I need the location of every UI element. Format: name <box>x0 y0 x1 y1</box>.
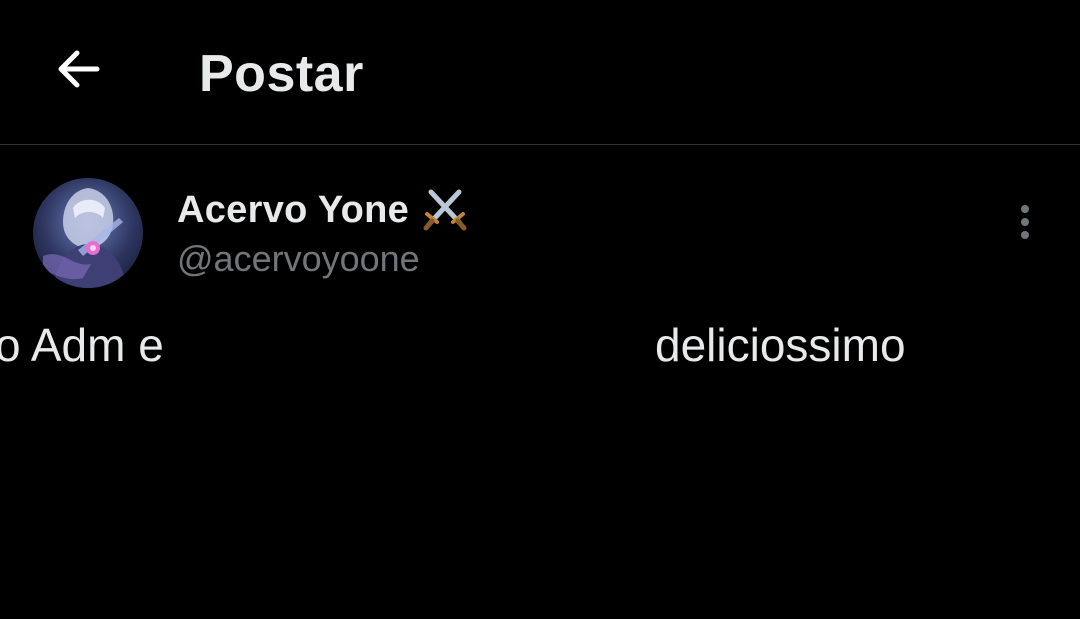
author-handle[interactable]: @acervoyoone <box>177 238 420 280</box>
top-app-bar: Postar <box>0 0 1080 144</box>
page-title: Postar <box>199 45 364 103</box>
author-avatar[interactable] <box>33 178 143 288</box>
post-text-fragment: deliciossimo <box>655 319 906 371</box>
header-divider <box>0 144 1080 145</box>
author-display-name: Acervo Yone <box>177 188 410 231</box>
more-options-button[interactable] <box>1005 200 1045 244</box>
more-vertical-icon <box>1021 205 1029 239</box>
crossed-swords-icon <box>423 189 467 231</box>
post-text-fragment: o Adm e <box>0 319 164 371</box>
back-button[interactable] <box>48 40 106 98</box>
author-name[interactable]: Acervo Yone <box>177 186 469 234</box>
arrow-left-icon <box>58 50 100 88</box>
avatar-image <box>33 178 143 288</box>
